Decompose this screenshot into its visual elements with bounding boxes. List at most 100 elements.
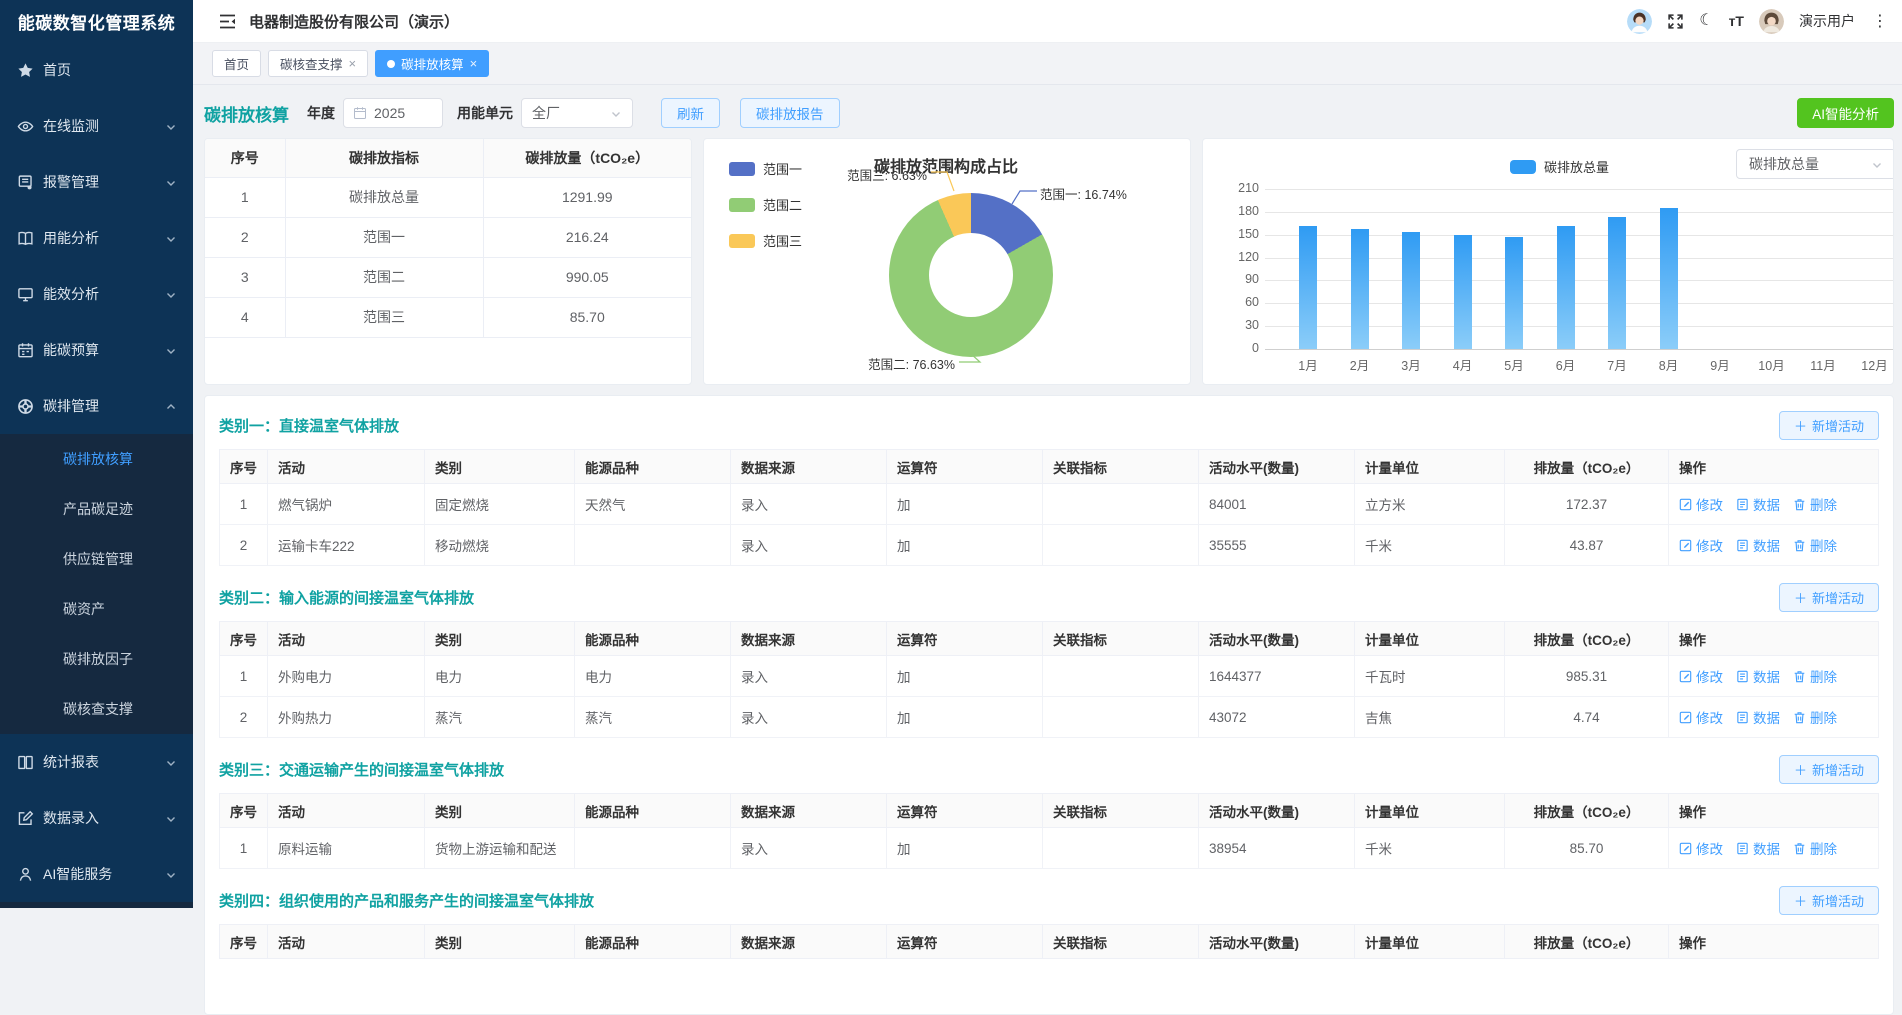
activity-cell: 加 <box>887 656 1043 697</box>
activity-cell: 蒸汽 <box>575 697 731 738</box>
summary-cell: 范围三 <box>285 297 483 337</box>
sidebar-item-3[interactable]: 用能分析 <box>0 210 193 266</box>
add-activity-button[interactable]: ＋ 新增活动 <box>1779 583 1879 612</box>
delete-link[interactable]: 删除 <box>1793 707 1837 727</box>
assistant-avatar[interactable] <box>1627 9 1652 34</box>
activity-cell: 35555 <box>1199 525 1355 566</box>
donut-hole <box>929 233 1013 317</box>
sidebar-item-0[interactable]: 首页 <box>0 42 193 98</box>
edit-link[interactable]: 修改 <box>1679 707 1723 727</box>
donut-legend-item[interactable]: 范围三 <box>729 231 802 250</box>
sidebar-subitem[interactable]: 碳排放因子 <box>0 634 193 684</box>
header-actions: ☾ тT 演示用户 ⋮ <box>1627 9 1888 34</box>
edit-link[interactable]: 修改 <box>1679 494 1723 514</box>
bar-5月[interactable] <box>1505 237 1523 349</box>
plus-icon: ＋ <box>1794 760 1807 779</box>
bar-1月[interactable] <box>1299 226 1317 349</box>
activity-cell: 电力 <box>425 656 575 697</box>
sidebar-item-5[interactable]: 能碳预算 <box>0 322 193 378</box>
category-col-header: 能源品种 <box>575 622 731 656</box>
sidebar-item-7[interactable]: 统计报表 <box>0 734 193 790</box>
user-name[interactable]: 演示用户 <box>1799 11 1855 31</box>
sidebar-item-4[interactable]: 能效分析 <box>0 266 193 322</box>
data-link[interactable]: 数据 <box>1736 707 1780 727</box>
delete-link[interactable]: 删除 <box>1793 535 1837 555</box>
collapse-sidebar-icon[interactable] <box>218 13 237 30</box>
bar-legend[interactable]: 碳排放总量 <box>1510 157 1609 176</box>
activity-cell <box>575 828 731 869</box>
delete-link[interactable]: 删除 <box>1793 494 1837 514</box>
y-axis-tick: 30 <box>1221 318 1259 332</box>
add-activity-button[interactable]: ＋ 新增活动 <box>1779 411 1879 440</box>
bar-4月[interactable] <box>1454 235 1472 349</box>
category-col-header: 运算符 <box>887 794 1043 828</box>
data-link[interactable]: 数据 <box>1736 494 1780 514</box>
edit-link[interactable]: 修改 <box>1679 838 1723 858</box>
tab-label: 首页 <box>224 54 249 73</box>
page-content: 碳排放核算 年度 2025 用能单元 全厂 刷新 碳排放报告 AI智能分析 <box>193 98 1902 921</box>
y-axis-tick: 180 <box>1221 204 1259 218</box>
eye-icon <box>17 118 34 135</box>
sidebar-item-label: 数据录入 <box>43 808 99 828</box>
edit-link[interactable]: 修改 <box>1679 666 1723 686</box>
sidebar-subitem[interactable]: 碳资产 <box>0 584 193 634</box>
sidebar-subitem[interactable]: 产品碳足迹 <box>0 484 193 534</box>
bar-3月[interactable] <box>1402 232 1420 349</box>
y-axis-tick: 210 <box>1221 181 1259 195</box>
sidebar-subitem[interactable]: 碳核查支撑 <box>0 684 193 734</box>
close-tab-icon[interactable]: × <box>349 57 357 70</box>
activity-cell: 燃气锅炉 <box>268 484 425 525</box>
fullscreen-icon[interactable] <box>1667 13 1684 30</box>
ai-analysis-button[interactable]: AI智能分析 <box>1797 98 1894 128</box>
bar-8月[interactable] <box>1660 208 1678 349</box>
bar-6月[interactable] <box>1557 226 1575 349</box>
more-menu-icon[interactable]: ⋮ <box>1870 11 1888 31</box>
data-link[interactable]: 数据 <box>1736 535 1780 555</box>
calendar-icon <box>353 106 367 120</box>
refresh-button[interactable]: 刷新 <box>661 98 720 128</box>
add-activity-button[interactable]: ＋ 新增活动 <box>1779 886 1879 915</box>
bar-2月[interactable] <box>1351 229 1369 349</box>
sidebar-item-2[interactable]: 报警管理 <box>0 154 193 210</box>
activity-cell: 固定燃烧 <box>425 484 575 525</box>
data-link[interactable]: 数据 <box>1736 838 1780 858</box>
bar-7月[interactable] <box>1608 217 1626 349</box>
delete-link[interactable]: 删除 <box>1793 666 1837 686</box>
sidebar-item-9[interactable]: AI智能服务 <box>0 846 193 902</box>
dark-mode-icon[interactable]: ☾ <box>1699 13 1713 29</box>
category-col-header: 序号 <box>220 622 268 656</box>
donut-legend-item[interactable]: 范围二 <box>729 195 802 214</box>
edit-icon <box>17 810 34 827</box>
tab-2[interactable]: 碳排放核算 × <box>375 50 489 77</box>
emission-report-button[interactable]: 碳排放报告 <box>740 98 840 128</box>
sidebar-item-6[interactable]: 碳排管理 <box>0 378 193 434</box>
tab-0[interactable]: 首页 <box>212 50 261 77</box>
user-avatar[interactable] <box>1759 9 1784 34</box>
sidebar-subitem[interactable]: 碳排放核算 <box>0 434 193 484</box>
sidebar-subitem[interactable]: 供应链管理 <box>0 534 193 584</box>
sidebar-item-8[interactable]: 数据录入 <box>0 790 193 846</box>
year-input[interactable]: 2025 <box>343 98 443 128</box>
category-title: 类别二：输入能源的间接温室气体排放 <box>219 587 474 608</box>
sidebar-collapse-bar[interactable] <box>0 902 193 908</box>
unit-select[interactable]: 全厂 <box>521 98 633 128</box>
edit-link[interactable]: 修改 <box>1679 535 1723 555</box>
donut-legend-item[interactable]: 范围一 <box>729 159 802 178</box>
add-activity-button[interactable]: ＋ 新增活动 <box>1779 755 1879 784</box>
bar-metric-select[interactable]: 碳排放总量 <box>1736 149 1894 179</box>
donut-chart[interactable] <box>889 193 1053 357</box>
sidebar-item-1[interactable]: 在线监测 <box>0 98 193 154</box>
category-table: 序号活动类别能源品种数据来源运算符关联指标活动水平(数量)计量单位排放量（tCO… <box>219 621 1879 738</box>
delete-link[interactable]: 删除 <box>1793 838 1837 858</box>
category-col-header: 能源品种 <box>575 794 731 828</box>
tab-1[interactable]: 碳核查支撑 × <box>268 50 368 77</box>
summary-table-card: 序号碳排放指标碳排放量（tCO₂e） 1碳排放总量1291.992范围一216.… <box>204 138 692 385</box>
tab-label: 碳核查支撑 <box>280 54 343 73</box>
unit-label: 用能单元 <box>457 103 513 123</box>
plus-icon: ＋ <box>1794 416 1807 435</box>
donut-slice-label: 范围二: 76.63% <box>868 354 955 373</box>
close-tab-icon[interactable]: × <box>470 57 478 70</box>
category-col-header: 数据来源 <box>731 794 887 828</box>
data-link[interactable]: 数据 <box>1736 666 1780 686</box>
font-size-icon[interactable]: тT <box>1729 13 1744 29</box>
